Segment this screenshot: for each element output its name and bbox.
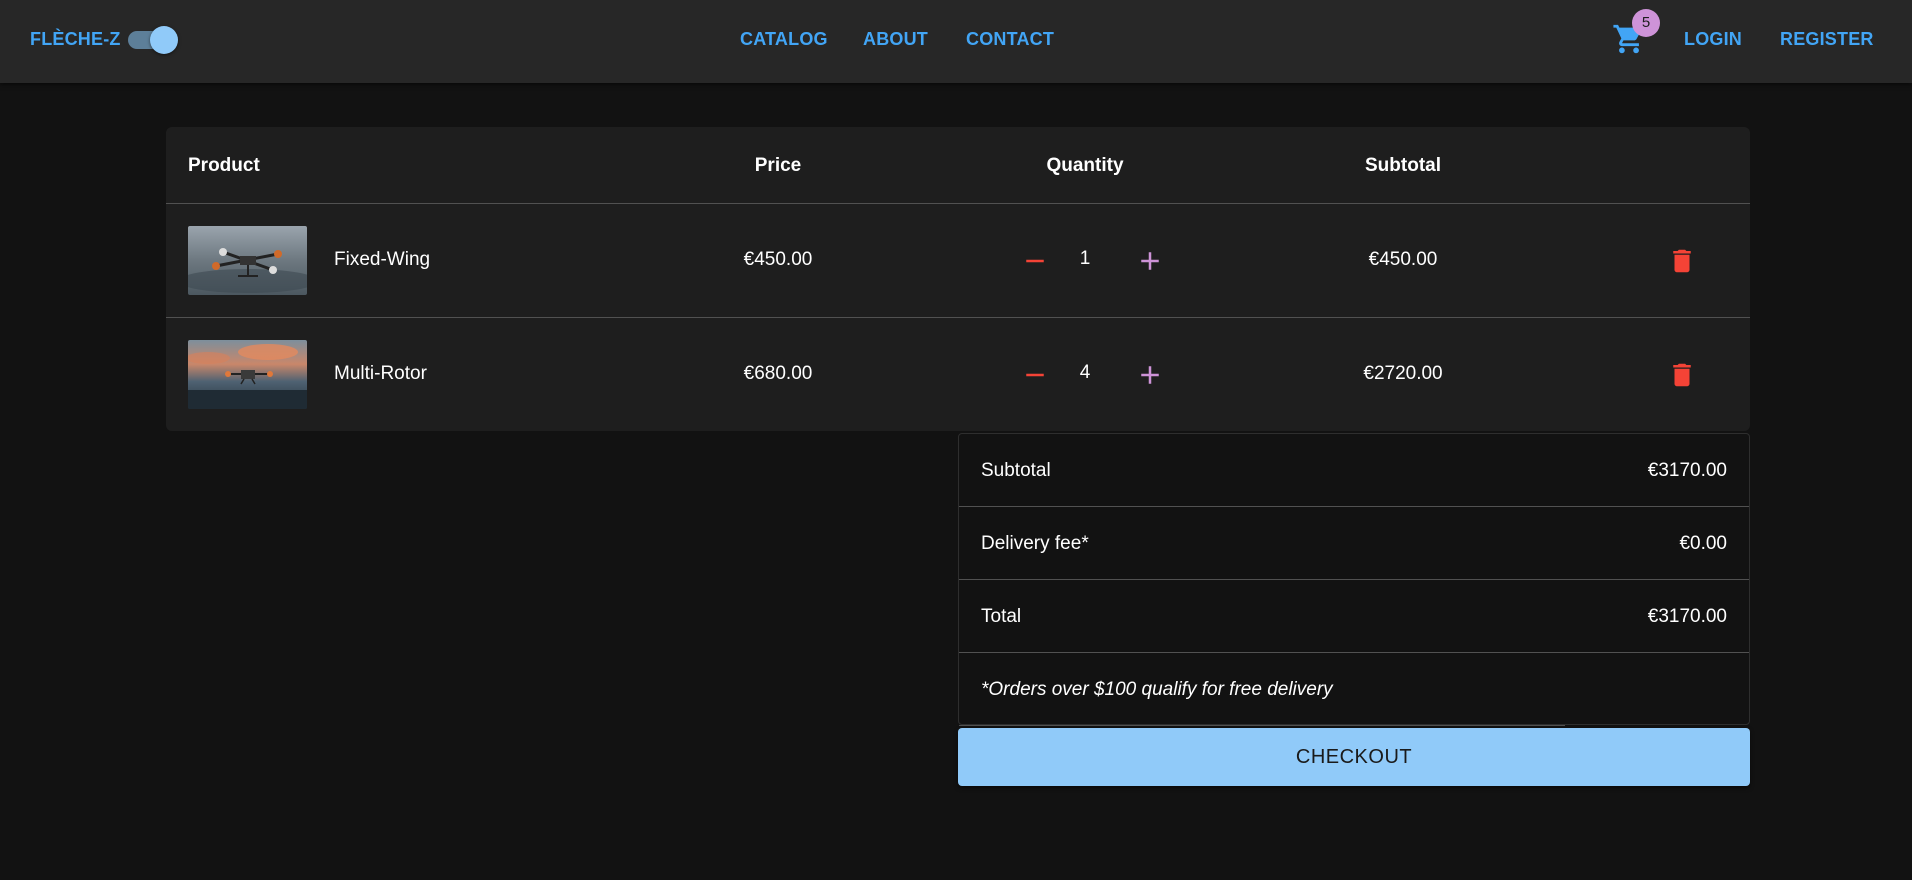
minus-icon (1026, 259, 1044, 263)
increase-quantity-button[interactable] (1135, 360, 1165, 390)
summary-delivery-row: Delivery fee* €0.00 (959, 507, 1749, 580)
decrease-quantity-button[interactable] (1020, 360, 1050, 390)
order-summary: Subtotal €3170.00 Delivery fee* €0.00 To… (958, 433, 1750, 726)
trash-icon (1673, 363, 1691, 387)
row-subtotal: €2720.00 (1363, 363, 1443, 384)
cart-table: Product Price Quantity Subtotal Fixed-Wi… (166, 127, 1750, 431)
delete-button[interactable] (1667, 246, 1697, 276)
quantity-value: 4 (1079, 362, 1091, 383)
summary-total-row: Total €3170.00 (959, 580, 1749, 653)
cart-count-badge: 5 (1632, 9, 1660, 37)
nav-catalog[interactable]: CATALOG (740, 29, 828, 50)
increase-quantity-button[interactable] (1135, 246, 1165, 276)
summary-delivery-value: €0.00 (1679, 533, 1727, 554)
nav-contact[interactable]: CONTACT (966, 29, 1054, 50)
product-name[interactable]: Multi-Rotor (334, 363, 427, 385)
quantity-value: 1 (1079, 248, 1091, 269)
product-price: €680.00 (743, 363, 813, 384)
summary-subtotal-value: €3170.00 (1647, 460, 1727, 481)
product-price: €450.00 (743, 249, 813, 270)
delivery-note: *Orders over $100 qualify for free deliv… (981, 679, 1333, 700)
theme-toggle[interactable] (128, 26, 180, 54)
product-name[interactable]: Fixed-Wing (334, 249, 430, 271)
header-product: Product (188, 155, 260, 176)
summary-total-value: €3170.00 (1647, 606, 1727, 627)
brand-logo[interactable]: FLÈCHE-Z (30, 29, 121, 50)
summary-subtotal-row: Subtotal €3170.00 (959, 434, 1749, 507)
delivery-note-row: *Orders over $100 qualify for free deliv… (959, 653, 1565, 726)
app-bar: FLÈCHE-Z CATALOG ABOUT CONTACT 5 LOGIN R… (0, 0, 1912, 83)
delete-button[interactable] (1667, 360, 1697, 390)
register-link[interactable]: REGISTER (1780, 29, 1874, 50)
plus-icon (1141, 252, 1159, 270)
minus-icon (1026, 373, 1044, 377)
header-price: Price (754, 155, 802, 176)
summary-total-label: Total (981, 606, 1022, 627)
header-quantity: Quantity (1046, 155, 1124, 176)
table-row: Multi-Rotor €680.00 4 €2720.00 (166, 318, 1750, 432)
table-header: Product Price Quantity Subtotal (166, 127, 1750, 204)
product-image (188, 226, 307, 295)
row-subtotal: €450.00 (1368, 249, 1438, 270)
product-image (188, 340, 307, 409)
checkout-button[interactable]: CHECKOUT (958, 728, 1750, 786)
toggle-thumb (150, 26, 178, 54)
header-subtotal: Subtotal (1365, 155, 1441, 176)
table-row: Fixed-Wing €450.00 1 €450.00 (166, 204, 1750, 318)
login-link[interactable]: LOGIN (1684, 29, 1742, 50)
trash-icon (1673, 249, 1691, 273)
summary-subtotal-label: Subtotal (981, 460, 1051, 481)
nav-about[interactable]: ABOUT (863, 29, 928, 50)
plus-icon (1141, 366, 1159, 384)
summary-delivery-label: Delivery fee* (981, 533, 1089, 554)
decrease-quantity-button[interactable] (1020, 246, 1050, 276)
